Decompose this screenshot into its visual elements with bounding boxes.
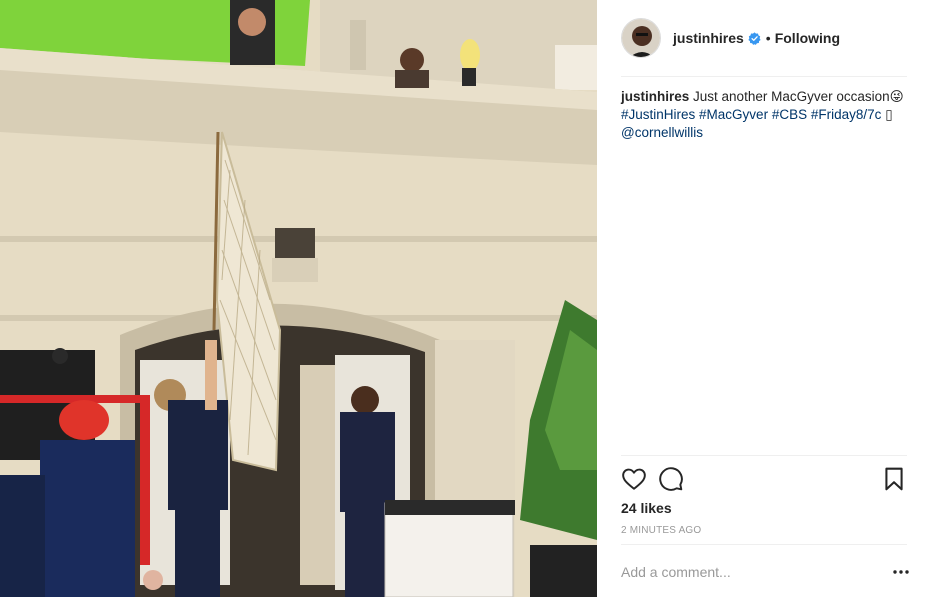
actions-divider — [621, 455, 907, 456]
header-username[interactable]: justinhires — [673, 30, 744, 46]
ellipsis-icon[interactable] — [891, 562, 911, 582]
header-separator: • — [765, 30, 771, 46]
avatar-image — [622, 19, 660, 57]
comment-icon[interactable] — [658, 466, 684, 492]
hashtag-link[interactable]: #MacGyver — [699, 107, 768, 122]
post-timestamp[interactable]: 2 MINUTES AGO — [621, 525, 701, 536]
action-bar — [621, 466, 911, 492]
caption-username[interactable]: justinhires — [621, 89, 689, 104]
comment-row — [621, 556, 911, 588]
header-divider — [621, 76, 907, 77]
post-header: justinhires • Following — [621, 17, 907, 59]
caption-text: Just another MacGyver occasion😜 — [693, 89, 904, 104]
verified-badge-icon — [748, 31, 761, 45]
hashtag-link[interactable]: #Friday8/7c — [811, 107, 882, 122]
comment-divider — [621, 544, 907, 545]
heart-icon[interactable] — [621, 466, 647, 492]
hashtag-link[interactable]: #JustinHires — [621, 107, 695, 122]
post-caption: justinhires Just another MacGyver occasi… — [621, 88, 911, 142]
following-button[interactable]: Following — [775, 30, 840, 46]
bookmark-icon[interactable] — [881, 466, 907, 492]
post-details-panel: justinhires • Following justinhires Just… — [597, 0, 930, 597]
avatar[interactable] — [621, 18, 661, 58]
caption-trailing-glyph: ▯ — [885, 107, 893, 122]
hashtag-link[interactable]: #CBS — [772, 107, 807, 122]
like-count[interactable]: 24 likes — [621, 500, 672, 516]
comment-input[interactable] — [621, 557, 891, 587]
post-photo[interactable] — [0, 0, 597, 597]
mention-link[interactable]: @cornellwillis — [621, 125, 703, 140]
post-photo-illustration — [0, 0, 597, 597]
